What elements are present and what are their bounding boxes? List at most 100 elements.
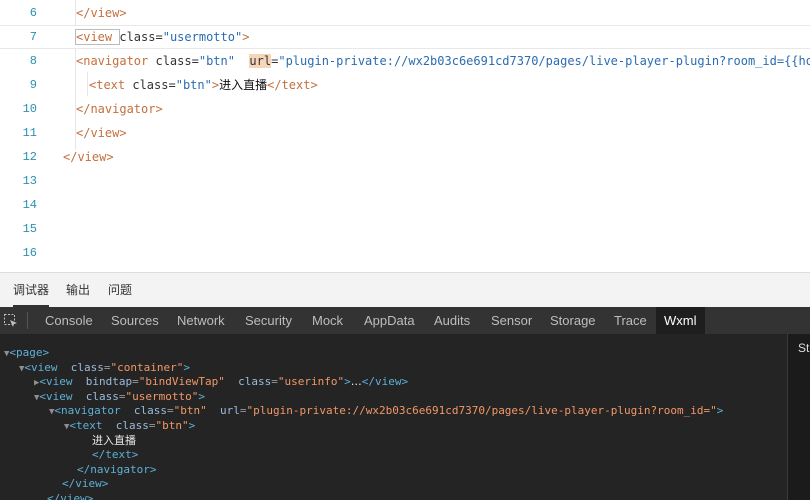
- editor-line[interactable]: 8 <navigator class="btn" url="plugin-priv…: [0, 49, 810, 73]
- tree-node[interactable]: ▼<page>: [4, 345, 49, 360]
- line-number: 14: [22, 198, 37, 212]
- tree-token: "usermotto": [125, 389, 199, 403]
- tree-token: >: [344, 375, 351, 389]
- code-token: </view>: [76, 6, 127, 20]
- tree-node[interactable]: ▶<view bindtap="bindViewTap" class="user…: [34, 374, 408, 389]
- tree-token: <view: [39, 389, 80, 403]
- code-token: </view>: [63, 150, 114, 164]
- tree-token: <page>: [9, 346, 50, 359]
- devtools-toolbar: Console Sources Network Security Mock AppData…: [0, 307, 810, 334]
- devtools-tab-security[interactable]: Security: [245, 307, 292, 334]
- line-number: 7: [29, 30, 37, 44]
- tree-token: </navigator>: [77, 462, 157, 476]
- tree-token: "container": [110, 360, 184, 374]
- devtools-tab-wxml[interactable]: Wxml: [656, 307, 705, 334]
- line-number: 9: [29, 78, 37, 92]
- devtools-tab-network[interactable]: Network: [177, 307, 225, 334]
- code-token: "btn": [175, 78, 212, 92]
- tree-token: =: [167, 404, 174, 418]
- tree-token: </view>: [47, 492, 94, 500]
- code-token: <view: [74, 29, 121, 45]
- tab-problems[interactable]: 问题: [108, 273, 132, 307]
- line-number: 16: [22, 246, 37, 260]
- line-code: </view>: [63, 145, 114, 169]
- editor-line[interactable]: 15: [0, 217, 810, 241]
- line-number: 15: [22, 222, 37, 236]
- code-token: =: [168, 78, 176, 92]
- line-code: </view>: [76, 121, 127, 145]
- tree-node[interactable]: ▼<text class="btn">: [64, 418, 195, 433]
- tree-node[interactable]: </navigator>: [64, 462, 156, 477]
- tree-token: </text>: [92, 448, 139, 462]
- line-number: 12: [22, 150, 37, 164]
- devtools-tab-audits[interactable]: Audits: [434, 307, 470, 334]
- wxml-tree[interactable]: ▼<page> ▼<view class="container"> ▶<view b…: [0, 334, 787, 500]
- tree-token: >: [183, 360, 191, 374]
- code-token: "btn": [198, 54, 235, 68]
- editor-line[interactable]: 7 <view class="usermotto">: [0, 25, 810, 49]
- tree-token: bindtap: [79, 375, 133, 389]
- tree-node[interactable]: ▼<view class="usermotto">: [34, 389, 205, 404]
- code-editor[interactable]: 6 </view> 7 <view class="usermotto"> 8 <navig…: [0, 0, 810, 272]
- line-number: 6: [29, 6, 37, 20]
- tree-token: =: [148, 419, 156, 432]
- editor-line[interactable]: 13: [0, 169, 810, 193]
- devtools-tab-console[interactable]: Console: [45, 307, 93, 334]
- tree-node[interactable]: </view>: [49, 476, 108, 491]
- code-token: </navigator>: [76, 102, 163, 116]
- devtools-tab-sensor[interactable]: Sensor: [491, 307, 532, 334]
- tree-token: "userinfo": [277, 375, 345, 389]
- tree-token: class: [109, 419, 149, 432]
- line-number: 8: [29, 54, 37, 68]
- code-token: =: [191, 54, 199, 68]
- tree-token: "btn": [173, 404, 207, 418]
- editor-line[interactable]: 16: [0, 241, 810, 265]
- tree-token: <view: [39, 375, 80, 389]
- styles-pane[interactable]: St: [787, 334, 810, 500]
- code-token: 进入直播: [219, 78, 268, 92]
- bottom-panel-tabs: 调试器 输出 问题: [0, 272, 810, 308]
- tree-node[interactable]: ▼<navigator class="btn" url="plugin-priv…: [49, 403, 723, 418]
- devtools-tab-mock[interactable]: Mock: [312, 307, 343, 334]
- tree-token: url: [206, 404, 240, 418]
- tree-token: "plugin-private://wx2b03c6e691cd7370/pag…: [246, 404, 717, 418]
- tree-node[interactable]: </view>: [34, 491, 93, 500]
- editor-line[interactable]: 11 </view>: [0, 121, 810, 145]
- tree-token: >: [188, 419, 196, 432]
- tree-token: <navigator: [54, 404, 128, 418]
- tree-token: =: [239, 404, 247, 418]
- tree-token: >: [716, 404, 724, 418]
- tree-token: <text: [69, 419, 110, 432]
- editor-line[interactable]: 9 <text class="btn">进入直播</text>: [0, 73, 810, 97]
- editor-line[interactable]: 6 </view>: [0, 1, 810, 25]
- editor-line[interactable]: 14: [0, 193, 810, 217]
- devtools-tab-trace[interactable]: Trace: [614, 307, 647, 334]
- devtools-tab-sources[interactable]: Sources: [111, 307, 159, 334]
- line-code: <view class="usermotto">: [74, 26, 250, 48]
- tree-token: =: [132, 375, 139, 389]
- code-token: <text: [89, 78, 133, 92]
- line-code: </view>: [76, 1, 127, 25]
- tree-token: =: [271, 375, 278, 389]
- code-token: >: [242, 30, 250, 44]
- code-token: =: [155, 30, 163, 44]
- code-token: "usermotto": [162, 30, 243, 44]
- editor-line[interactable]: 12 </view>: [0, 145, 810, 169]
- tab-output[interactable]: 输出: [66, 273, 90, 307]
- tree-node[interactable]: 进入直播: [79, 433, 136, 448]
- inspect-element-icon[interactable]: [3, 313, 19, 329]
- tree-token: =: [118, 389, 126, 403]
- line-code: <navigator class="btn" url="plugin-priva…: [76, 49, 810, 73]
- tree-node[interactable]: </text>: [79, 447, 138, 462]
- tree-token: class: [79, 389, 119, 403]
- tab-debugger[interactable]: 调试器: [13, 273, 50, 307]
- devtools-tab-appdata[interactable]: AppData: [364, 307, 415, 334]
- editor-line[interactable]: 10 </navigator>: [0, 97, 810, 121]
- line-code: <text class="btn">进入直播</text>: [89, 73, 318, 97]
- styles-pane-label: St: [798, 341, 810, 355]
- devtools-tab-storage[interactable]: Storage: [550, 307, 596, 334]
- line-number: 10: [22, 102, 37, 116]
- tree-node[interactable]: ▼<view class="container">: [19, 360, 190, 375]
- tree-token: class: [127, 404, 168, 418]
